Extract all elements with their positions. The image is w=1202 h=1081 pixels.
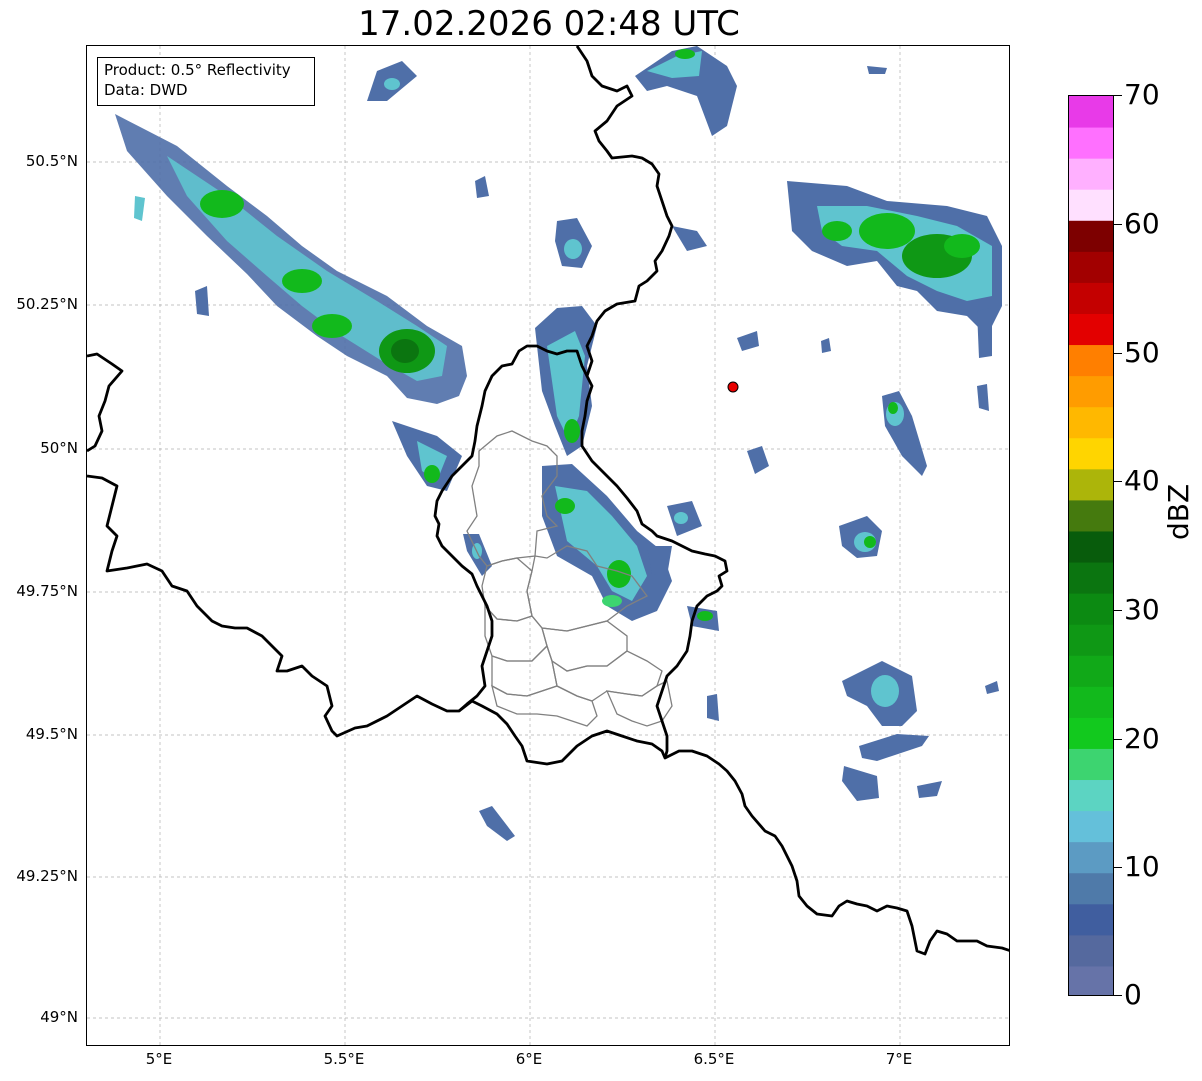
colorbar-swatch <box>1069 779 1113 812</box>
colorbar-swatch <box>1069 686 1113 718</box>
colorbar-swatch <box>1069 437 1113 470</box>
lon-label: 6.5°E <box>693 1050 735 1068</box>
product-label: Product: 0.5° Reflectivity <box>104 61 291 79</box>
colorbar-label: 30 <box>1124 593 1160 626</box>
lat-label: 50.25°N <box>16 295 78 313</box>
lat-label: 49.25°N <box>16 867 78 885</box>
colorbar-swatch <box>1069 127 1113 159</box>
colorbar-swatch <box>1069 468 1113 501</box>
colorbar-swatches <box>1069 96 1113 995</box>
lat-label: 50.5°N <box>25 152 78 170</box>
map-canvas <box>87 46 1009 1045</box>
colorbar-swatch <box>1069 624 1113 656</box>
colorbar-swatch <box>1069 593 1113 625</box>
colorbar-swatch <box>1069 251 1113 283</box>
colorbar <box>1068 95 1114 996</box>
lon-label: 6°E <box>515 1050 543 1068</box>
colorbar-tick <box>1114 995 1122 996</box>
colorbar-swatch <box>1069 344 1113 377</box>
lon-label: 5°E <box>145 1050 173 1068</box>
colorbar-swatch <box>1069 903 1113 936</box>
lon-label: 7°E <box>885 1050 913 1068</box>
colorbar-swatch <box>1069 499 1113 532</box>
info-box: Product: 0.5° Reflectivity Data: DWD <box>97 57 315 106</box>
colorbar-unit: dBZ <box>1162 483 1195 540</box>
colorbar-tick <box>1114 481 1122 482</box>
lat-label: 49.5°N <box>25 725 78 743</box>
radar-echoes <box>115 46 1002 841</box>
colorbar-swatch <box>1069 313 1113 346</box>
colorbar-label: 10 <box>1124 850 1160 883</box>
lat-label: 50°N <box>40 439 78 457</box>
colorbar-swatch <box>1069 530 1113 563</box>
colorbar-swatch <box>1069 562 1113 594</box>
colorbar-label: 50 <box>1124 336 1160 369</box>
data-source-label: Data: DWD <box>104 81 188 99</box>
lat-label: 49.75°N <box>16 582 78 600</box>
colorbar-tick <box>1114 867 1122 868</box>
colorbar-swatch <box>1069 748 1113 781</box>
colorbar-label: 70 <box>1124 78 1160 111</box>
colorbar-swatch <box>1069 810 1113 843</box>
colorbar-label: 0 <box>1124 978 1142 1011</box>
colorbar-label: 60 <box>1124 207 1160 240</box>
colorbar-swatch <box>1069 158 1113 190</box>
colorbar-swatch <box>1069 220 1113 252</box>
colorbar-swatch <box>1069 282 1113 314</box>
colorbar-swatch <box>1069 655 1113 687</box>
colorbar-swatch <box>1069 406 1113 439</box>
colorbar-swatch <box>1069 189 1113 221</box>
colorbar-tick <box>1114 95 1122 96</box>
radar-site-marker[interactable] <box>727 381 739 393</box>
colorbar-label: 20 <box>1124 722 1160 755</box>
colorbar-swatch <box>1069 96 1113 128</box>
colorbar-swatch <box>1069 934 1113 967</box>
colorbar-tick <box>1114 739 1122 740</box>
colorbar-tick <box>1114 610 1122 611</box>
map-title: 17.02.2026 02:48 UTC <box>358 4 740 44</box>
lat-label: 49°N <box>40 1008 78 1026</box>
colorbar-swatch <box>1069 965 1113 995</box>
colorbar-swatch <box>1069 872 1113 905</box>
colorbar-swatch <box>1069 375 1113 408</box>
colorbar-swatch <box>1069 841 1113 874</box>
colorbar-tick <box>1114 224 1122 225</box>
lon-label: 5.5°E <box>323 1050 365 1068</box>
colorbar-swatch <box>1069 717 1113 749</box>
radar-map[interactable] <box>86 45 1010 1046</box>
colorbar-label: 40 <box>1124 464 1160 497</box>
colorbar-tick <box>1114 353 1122 354</box>
